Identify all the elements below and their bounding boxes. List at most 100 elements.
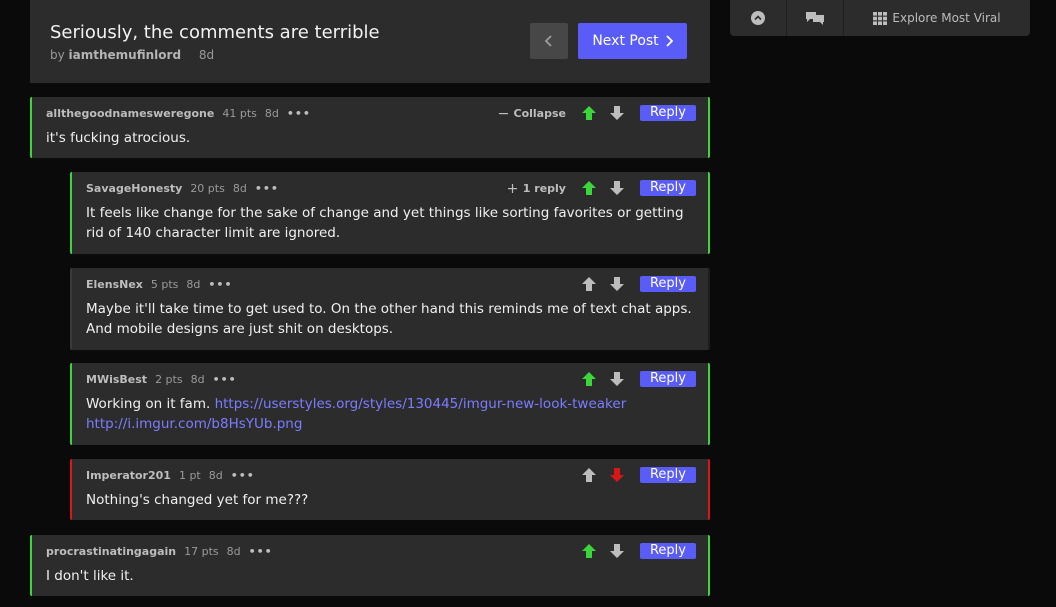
chevron-up-circle-icon <box>751 11 765 25</box>
comment-age: 8d <box>226 545 241 558</box>
downvote-button[interactable] <box>606 275 628 293</box>
explore-most-viral-label: Explore Most Viral <box>892 11 1001 25</box>
downvote-button[interactable] <box>606 542 628 560</box>
comment: procrastinatingagain 17 pts 8d ••• Reply I … <box>30 535 710 596</box>
comment-meta: allthegoodnamesweregone 41 pts 8d ••• <box>46 107 311 120</box>
comment-username[interactable]: allthegoodnamesweregone <box>46 107 214 120</box>
comment-points: 1 pt <box>178 469 201 482</box>
comments-toggle-button[interactable] <box>787 0 844 36</box>
comment-actions: 1 reply Reply <box>507 179 696 197</box>
chat-bubbles-icon <box>806 12 824 25</box>
comment-text: Maybe it'll take time to get used to. On… <box>86 301 692 337</box>
downvote-button[interactable] <box>606 179 628 197</box>
comment-points: 2 pts <box>155 373 183 386</box>
minus-icon <box>498 112 508 114</box>
sidebar-toolbar: Explore Most Viral <box>730 0 1030 36</box>
reply-button[interactable]: Reply <box>639 276 696 292</box>
comment-age: 8d <box>186 278 201 291</box>
comment-meta: SavageHonesty 20 pts 8d ••• <box>86 182 279 195</box>
upvote-arrow-icon <box>581 468 596 482</box>
previous-post-button[interactable] <box>530 23 568 59</box>
comment-username[interactable]: Imperator201 <box>86 469 171 482</box>
upvote-button[interactable] <box>578 466 600 484</box>
comment-points: 20 pts <box>190 182 225 195</box>
upvote-button[interactable] <box>578 104 600 122</box>
post-author-link[interactable]: iamthemufinlord <box>69 48 181 62</box>
comment-age: 8d <box>190 373 205 386</box>
comment-text-prefix: Working on it fam. <box>86 396 211 412</box>
downvote-arrow-icon <box>609 106 624 120</box>
upvote-button[interactable] <box>578 179 600 197</box>
comment-actions: Reply <box>578 275 696 293</box>
reply-button[interactable]: Reply <box>639 105 696 121</box>
comment-username[interactable]: MWisBest <box>86 373 147 386</box>
next-post-label: Next Post <box>592 33 659 49</box>
more-options-icon[interactable]: ••• <box>249 545 273 558</box>
upvote-button[interactable] <box>578 370 600 388</box>
comment: Imperator201 1 pt 8d ••• Reply Nothing's ch… <box>70 459 710 520</box>
collapse-toggle[interactable]: Collapse <box>498 106 566 120</box>
comment-actions: Reply <box>578 370 696 388</box>
downvote-arrow-icon <box>609 544 624 558</box>
userstyles-link[interactable]: https://userstyles.org/styles/130445/img… <box>215 396 627 412</box>
post-age: 8d <box>198 48 215 62</box>
imgur-image-link[interactable]: http://i.imgur.com/b8HsYUb.png <box>86 416 302 432</box>
upvote-arrow-icon <box>581 181 596 195</box>
comment-username[interactable]: procrastinatingagain <box>46 545 176 558</box>
comment: allthegoodnamesweregone 41 pts 8d ••• Colla… <box>30 97 710 158</box>
post-header: Seriously, the comments are terrible by … <box>30 0 710 83</box>
explore-most-viral-button[interactable]: Explore Most Viral <box>844 0 1030 36</box>
comment-text: I don't like it. <box>46 568 134 584</box>
comment-actions: Reply <box>578 466 696 484</box>
reply-button[interactable]: Reply <box>639 371 696 387</box>
downvote-arrow-icon <box>609 277 624 291</box>
reply-button[interactable]: Reply <box>639 467 696 483</box>
upvote-button[interactable] <box>578 542 600 560</box>
comment-text: It feels like change for the sake of cha… <box>86 205 684 241</box>
comment-meta: ElensNex 5 pts 8d ••• <box>86 278 233 291</box>
comment-meta: procrastinatingagain 17 pts 8d ••• <box>46 545 273 558</box>
comment-text: Nothing's changed yet for me??? <box>86 492 309 508</box>
reply-count-label: 1 reply <box>522 181 566 195</box>
comment-age: 8d <box>208 469 223 482</box>
downvote-arrow-icon <box>609 181 624 195</box>
expand-replies-toggle[interactable]: 1 reply <box>507 181 566 195</box>
scroll-top-button[interactable] <box>730 0 787 36</box>
reply-button[interactable]: Reply <box>639 180 696 196</box>
upvote-arrow-icon <box>581 277 596 291</box>
comment-username[interactable]: ElensNex <box>86 278 143 291</box>
upvote-arrow-icon <box>581 544 596 558</box>
downvote-arrow-icon <box>609 372 624 386</box>
upvote-button[interactable] <box>578 275 600 293</box>
comment-meta: MWisBest 2 pts 8d ••• <box>86 373 237 386</box>
reply-button[interactable]: Reply <box>639 543 696 559</box>
comment-username[interactable]: SavageHonesty <box>86 182 182 195</box>
comment-age: 8d <box>232 182 247 195</box>
downvote-button[interactable] <box>606 370 628 388</box>
comment-points: 41 pts <box>222 107 257 120</box>
downvote-button[interactable] <box>606 104 628 122</box>
comment-text: Working on it fam. https://userstyles.or… <box>86 394 701 434</box>
comment-meta: Imperator201 1 pt 8d ••• <box>86 469 255 482</box>
comment: ElensNex 5 pts 8d ••• Reply Maybe it'll tak… <box>70 268 710 350</box>
comment-age: 8d <box>264 107 279 120</box>
comment-points: 5 pts <box>150 278 179 291</box>
more-options-icon[interactable]: ••• <box>231 469 255 482</box>
by-label: by <box>50 48 65 62</box>
collapse-label: Collapse <box>513 106 566 120</box>
next-post-button[interactable]: Next Post <box>578 23 687 59</box>
comment: MWisBest 2 pts 8d ••• Reply Working on it f… <box>70 363 710 445</box>
comment-actions: Collapse Reply <box>498 104 696 122</box>
upvote-arrow-icon <box>581 372 596 386</box>
downvote-arrow-icon <box>609 468 624 482</box>
upvote-arrow-icon <box>581 106 596 120</box>
chevron-right-icon <box>666 35 673 47</box>
more-options-icon[interactable]: ••• <box>213 373 237 386</box>
more-options-icon[interactable]: ••• <box>255 182 279 195</box>
more-options-icon[interactable]: ••• <box>287 107 311 120</box>
comment-points: 17 pts <box>184 545 219 558</box>
comment: SavageHonesty 20 pts 8d ••• 1 reply Reply I… <box>70 172 710 254</box>
more-options-icon[interactable]: ••• <box>208 278 232 291</box>
chevron-left-icon <box>544 35 552 47</box>
downvote-button[interactable] <box>606 466 628 484</box>
